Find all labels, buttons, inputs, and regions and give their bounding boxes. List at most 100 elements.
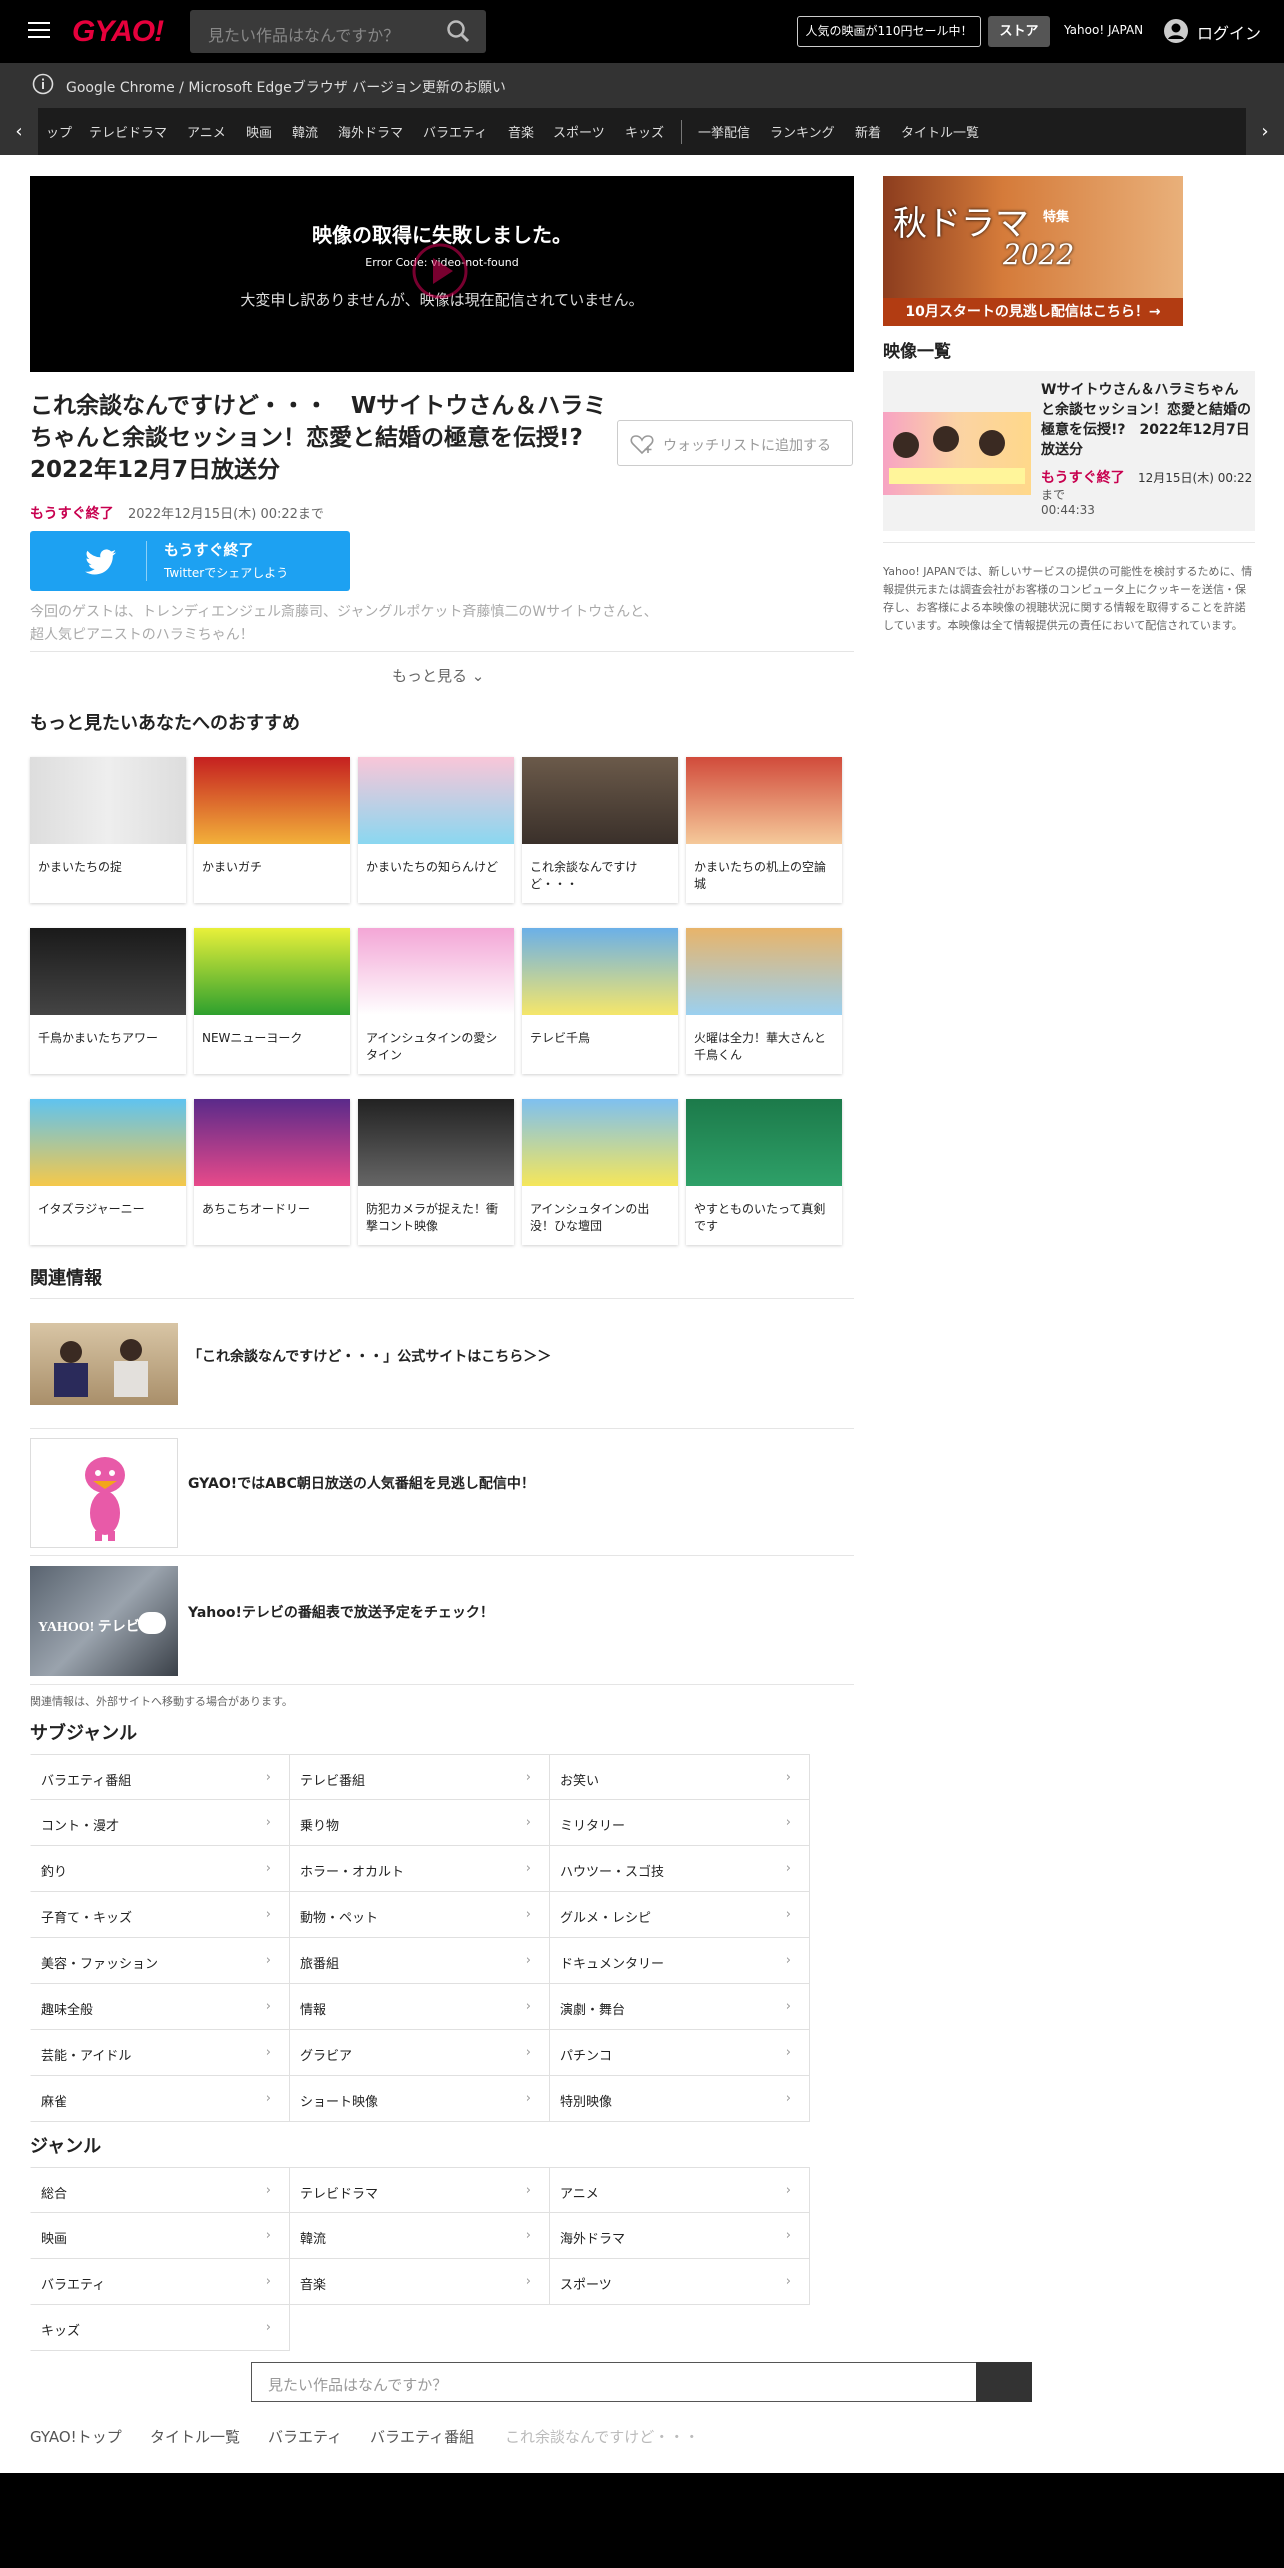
recommendation-card[interactable]: NEWニューヨーク xyxy=(194,928,350,1074)
subgenre-item[interactable]: バラエティ番組 › xyxy=(30,1754,290,1800)
recommendation-card[interactable]: 千鳥かまいたちアワー xyxy=(30,928,186,1074)
recommendation-card[interactable]: かまいガチ xyxy=(194,757,350,903)
nav-item-variety[interactable]: バラエティ xyxy=(423,122,487,141)
genre-item[interactable]: 総合 › xyxy=(30,2167,290,2213)
subgenre-item[interactable]: ホラー・オカルト › xyxy=(290,1846,550,1892)
autumn-drama-banner[interactable]: 秋ドラマ 特集 2022 10月スタートの見逃し配信はこちら！→ xyxy=(883,176,1183,326)
search-icon[interactable] xyxy=(445,18,471,44)
subgenre-item[interactable]: 美容・ファッション › xyxy=(30,1938,290,1984)
nav-scroll-left-icon[interactable]: ‹ xyxy=(0,108,38,155)
subgenre-item[interactable]: ショート映像 › xyxy=(290,2076,550,2122)
recommendation-card[interactable]: かまいたちの机上の空論城 xyxy=(686,757,842,903)
breadcrumb-variety-program[interactable]: バラエティ番組 xyxy=(370,2426,474,2447)
related-thumbnail-yahoo-tv[interactable]: YAHOO! テレビ xyxy=(30,1566,178,1676)
subgenre-item[interactable]: 子育て・キッズ › xyxy=(30,1892,290,1938)
related-thumbnail-abc[interactable] xyxy=(30,1438,178,1548)
genre-item[interactable]: スポーツ › xyxy=(550,2259,810,2305)
recommendation-thumbnail xyxy=(194,757,350,844)
subgenre-item[interactable]: コント・漫才 › xyxy=(30,1800,290,1846)
subgenre-item[interactable]: パチンコ › xyxy=(550,2030,810,2076)
subgenre-item[interactable]: 情報 › xyxy=(290,1984,550,2030)
nav-item-top[interactable]: ップ xyxy=(46,122,72,141)
subgenre-item[interactable]: 旅番組 › xyxy=(290,1938,550,1984)
recommendation-card[interactable]: かまいたちの掟 xyxy=(30,757,186,903)
genre-item[interactable]: 海外ドラマ › xyxy=(550,2213,810,2259)
chevron-right-icon: › xyxy=(525,1815,531,1830)
chevron-right-icon: › xyxy=(525,2091,531,2106)
subgenre-item[interactable]: 特別映像 › xyxy=(550,2076,810,2122)
nav-item-binge[interactable]: 一挙配信 xyxy=(698,122,750,141)
recommendation-card[interactable]: イタズラジャーニー xyxy=(30,1099,186,1245)
nav-item-movie[interactable]: 映画 xyxy=(246,122,272,141)
related-link-yahoo-tv[interactable]: Yahoo!テレビの番組表で放送予定をチェック！ xyxy=(188,1602,494,1622)
subgenre-item[interactable]: 麻雀 › xyxy=(30,2076,290,2122)
subgenre-item[interactable]: グルメ・レシピ › xyxy=(550,1892,810,1938)
genre-item[interactable]: 音楽 › xyxy=(290,2259,550,2305)
subgenre-item[interactable]: ハウツー・スゴ技 › xyxy=(550,1846,810,1892)
recommendation-card[interactable]: やすとものいたって真剣です xyxy=(686,1099,842,1245)
sale-banner-link[interactable]: 人気の映画が110円セール中！ xyxy=(797,16,981,47)
nav-item-drama[interactable]: テレビドラマ xyxy=(89,122,167,141)
video-list-item[interactable]: Wサイトウさん＆ハラミちゃんと余談セッション！恋愛と結婚の極意を伝授!? 202… xyxy=(883,371,1255,531)
subgenre-item[interactable]: 動物・ペット › xyxy=(290,1892,550,1938)
yahoo-japan-link[interactable]: Yahoo! JAPAN xyxy=(1064,23,1143,37)
twitter-share-button[interactable]: もうすぐ終了 Twitterでシェアしよう xyxy=(30,531,350,591)
hamburger-menu-icon[interactable] xyxy=(28,22,50,40)
subgenre-item[interactable]: ミリタリー › xyxy=(550,1800,810,1846)
subgenre-item-label: お笑い xyxy=(560,1774,600,1789)
recommendation-card[interactable]: かまいたちの知らんけど xyxy=(358,757,514,903)
play-icon[interactable] xyxy=(410,241,470,301)
nav-item-sports[interactable]: スポーツ xyxy=(553,122,605,141)
recommendation-card[interactable]: 火曜は全力！華大さんと千鳥くん xyxy=(686,928,842,1074)
breadcrumb-title-list[interactable]: タイトル一覧 xyxy=(150,2426,240,2447)
genre-item[interactable]: キッズ › xyxy=(30,2305,290,2351)
nav-item-new[interactable]: 新着 xyxy=(855,122,881,141)
subgenre-item[interactable]: テレビ番組 › xyxy=(290,1754,550,1800)
search-input[interactable]: 見たい作品はなんですか？ xyxy=(190,10,486,53)
subgenre-item[interactable]: 演劇・舞台 › xyxy=(550,1984,810,2030)
recommendation-card[interactable]: あちこちオードリー xyxy=(194,1099,350,1245)
subgenre-item[interactable]: お笑い › xyxy=(550,1754,810,1800)
bottom-search-input[interactable]: 見たい作品はなんですか？ xyxy=(251,2362,1032,2402)
recommendation-card[interactable]: アインシュタインの愛シタイン xyxy=(358,928,514,1074)
recommendation-card[interactable]: テレビ千鳥 xyxy=(522,928,678,1074)
user-icon[interactable] xyxy=(1163,18,1189,44)
show-more-button[interactable]: もっと見る ⌄ xyxy=(392,665,484,686)
genre-item[interactable]: 韓流 › xyxy=(290,2213,550,2259)
related-thumbnail-official[interactable] xyxy=(30,1323,178,1405)
nav-item-title-list[interactable]: タイトル一覧 xyxy=(901,122,979,141)
genre-heading: ジャンル xyxy=(30,2136,102,2157)
subgenre-item[interactable]: グラビア › xyxy=(290,2030,550,2076)
nav-item-korean[interactable]: 韓流 xyxy=(292,122,318,141)
subgenre-item[interactable]: 芸能・アイドル › xyxy=(30,2030,290,2076)
nav-item-overseas-drama[interactable]: 海外ドラマ xyxy=(338,122,403,141)
nav-scroll-right-icon[interactable]: › xyxy=(1246,108,1284,155)
related-link-official[interactable]: 「これ余談なんですけど・・・」公式サイトはこちら＞＞ xyxy=(188,1346,551,1366)
genre-item[interactable]: 映画 › xyxy=(30,2213,290,2259)
genre-item[interactable]: バラエティ › xyxy=(30,2259,290,2305)
subgenre-item[interactable]: ドキュメンタリー › xyxy=(550,1938,810,1984)
subgenre-item[interactable]: 趣味全般 › xyxy=(30,1984,290,2030)
nav-item-anime[interactable]: アニメ xyxy=(187,122,226,141)
genre-item[interactable]: アニメ › xyxy=(550,2167,810,2213)
store-button[interactable]: ストア xyxy=(988,16,1050,47)
breadcrumb-variety[interactable]: バラエティ xyxy=(268,2426,342,2447)
nav-item-kids[interactable]: キッズ xyxy=(625,122,664,141)
nav-item-music[interactable]: 音楽 xyxy=(508,122,534,141)
add-watchlist-button[interactable]: ウォッチリストに追加する xyxy=(617,420,853,466)
recommendation-label: 千鳥かまいたちアワー xyxy=(38,1031,159,1045)
recommendation-card[interactable]: これ余談なんですけど・・・ xyxy=(522,757,678,903)
browser-update-notice[interactable]: Google Chrome / Microsoft Edgeブラウザ バージョン… xyxy=(0,63,1284,108)
related-link-abc[interactable]: GYAO!ではABC朝日放送の人気番組を見逃し配信中！ xyxy=(188,1473,535,1493)
bottom-search-button[interactable] xyxy=(976,2362,1032,2402)
nav-item-ranking[interactable]: ランキング xyxy=(770,122,835,141)
login-link[interactable]: ログイン xyxy=(1197,20,1261,44)
recommendation-card[interactable]: アインシュタインの出没！ひな壇団 xyxy=(522,1099,678,1245)
recommendation-card[interactable]: 防犯カメラが捉えた！衝撃コント映像 xyxy=(358,1099,514,1245)
subgenre-item[interactable]: 釣り › xyxy=(30,1846,290,1892)
twitter-label-share: Twitterでシェアしよう xyxy=(164,566,289,580)
subgenre-item[interactable]: 乗り物 › xyxy=(290,1800,550,1846)
breadcrumb-top[interactable]: GYAO!トップ xyxy=(30,2426,122,2447)
genre-item[interactable]: テレビドラマ › xyxy=(290,2167,550,2213)
gyao-logo[interactable]: GYAO! xyxy=(72,15,164,49)
